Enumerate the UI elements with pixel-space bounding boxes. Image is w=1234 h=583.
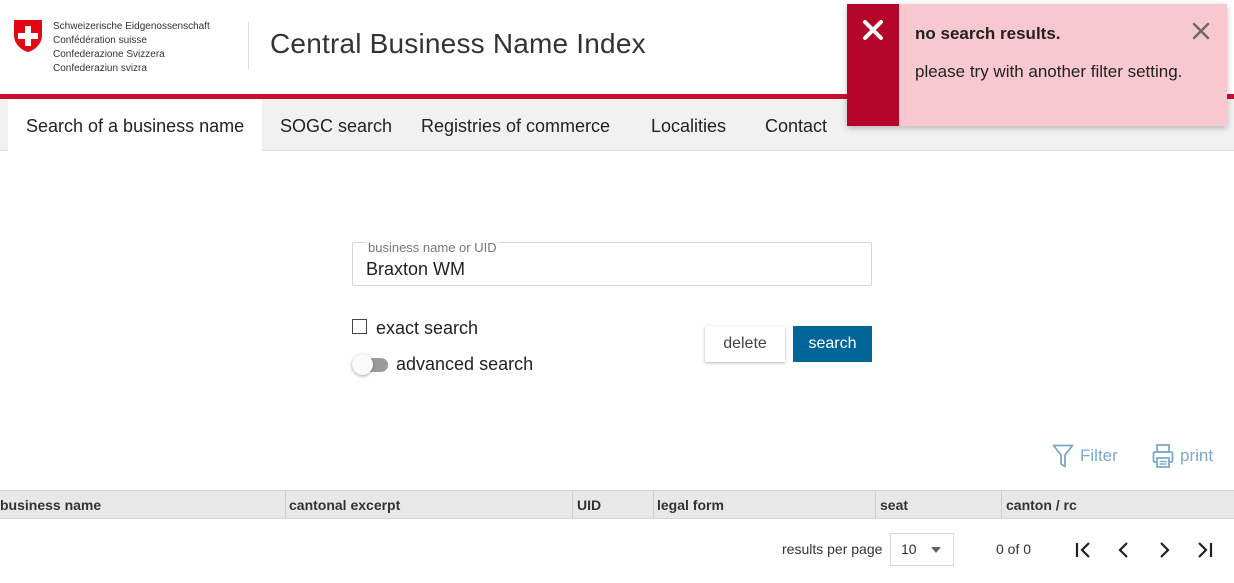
column-header-canton-rc[interactable]: canton / rc (1001, 491, 1234, 518)
confederation-line-de: Schweizerische Eidgenossenschaft (53, 21, 210, 32)
column-header-uid[interactable]: UID (572, 491, 653, 518)
confederation-line-it: Confederazione Svizzera (53, 49, 165, 60)
results-per-page-select[interactable]: 10 (890, 533, 954, 566)
header-divider (248, 22, 249, 70)
tab-localities[interactable]: Localities (633, 99, 747, 151)
swiss-cross-shield-icon[interactable] (12, 18, 44, 54)
first-page-icon[interactable] (1074, 540, 1094, 560)
column-header-seat[interactable]: seat (875, 491, 1001, 518)
confederation-names: Schweizerische Eidgenossenschaft Confédé… (53, 20, 210, 76)
confederation-line-rm: Confederaziun svizra (53, 63, 147, 74)
toast-message: please try with another filter setting. (915, 62, 1183, 81)
toast-status-panel (847, 4, 899, 126)
last-page-icon[interactable] (1194, 540, 1214, 560)
delete-button[interactable]: delete (705, 326, 785, 362)
close-icon[interactable] (1192, 22, 1210, 45)
business-name-field: business name or UID (352, 240, 872, 286)
column-header-legal-form[interactable]: legal form (653, 491, 875, 518)
print-button[interactable]: print (1152, 443, 1218, 469)
search-button[interactable]: search (793, 326, 872, 362)
exact-search-label[interactable]: exact search (376, 318, 478, 339)
pagination-range: 0 of 0 (996, 541, 1032, 557)
printer-icon (1152, 444, 1174, 468)
advanced-search-label[interactable]: advanced search (396, 354, 533, 375)
tab-contact[interactable]: Contact (747, 99, 847, 151)
column-header-business-name[interactable]: business name (0, 491, 285, 518)
toast-title: no search results. (915, 24, 1061, 43)
app-title[interactable]: Central Business Name Index (270, 28, 646, 60)
error-toast: no search results. please try with anoth… (847, 4, 1227, 126)
results-table-header: business name cantonal excerpt UID legal… (0, 490, 1234, 519)
print-label: print (1180, 446, 1214, 465)
filter-label: Filter (1080, 446, 1118, 465)
error-x-icon (861, 18, 885, 47)
previous-page-icon[interactable] (1114, 540, 1134, 560)
next-page-icon[interactable] (1154, 540, 1174, 560)
funnel-icon (1052, 444, 1074, 468)
caret-down-icon (931, 547, 941, 553)
advanced-search-toggle-knob[interactable] (352, 354, 373, 375)
tab-search-business-name[interactable]: Search of a business name (8, 99, 262, 151)
results-per-page-value: 10 (901, 541, 917, 557)
column-header-cantonal-excerpt[interactable]: cantonal excerpt (285, 491, 572, 518)
business-name-input[interactable] (366, 259, 856, 280)
tab-sogc-search[interactable]: SOGC search (262, 99, 403, 151)
business-name-field-label: business name or UID (366, 240, 499, 255)
filter-button[interactable]: Filter (1052, 443, 1120, 469)
confederation-line-fr: Confédération suisse (53, 35, 147, 46)
exact-search-checkbox[interactable] (352, 319, 367, 334)
results-per-page-label: results per page (782, 541, 883, 557)
tab-registries-of-commerce[interactable]: Registries of commerce (403, 99, 633, 151)
